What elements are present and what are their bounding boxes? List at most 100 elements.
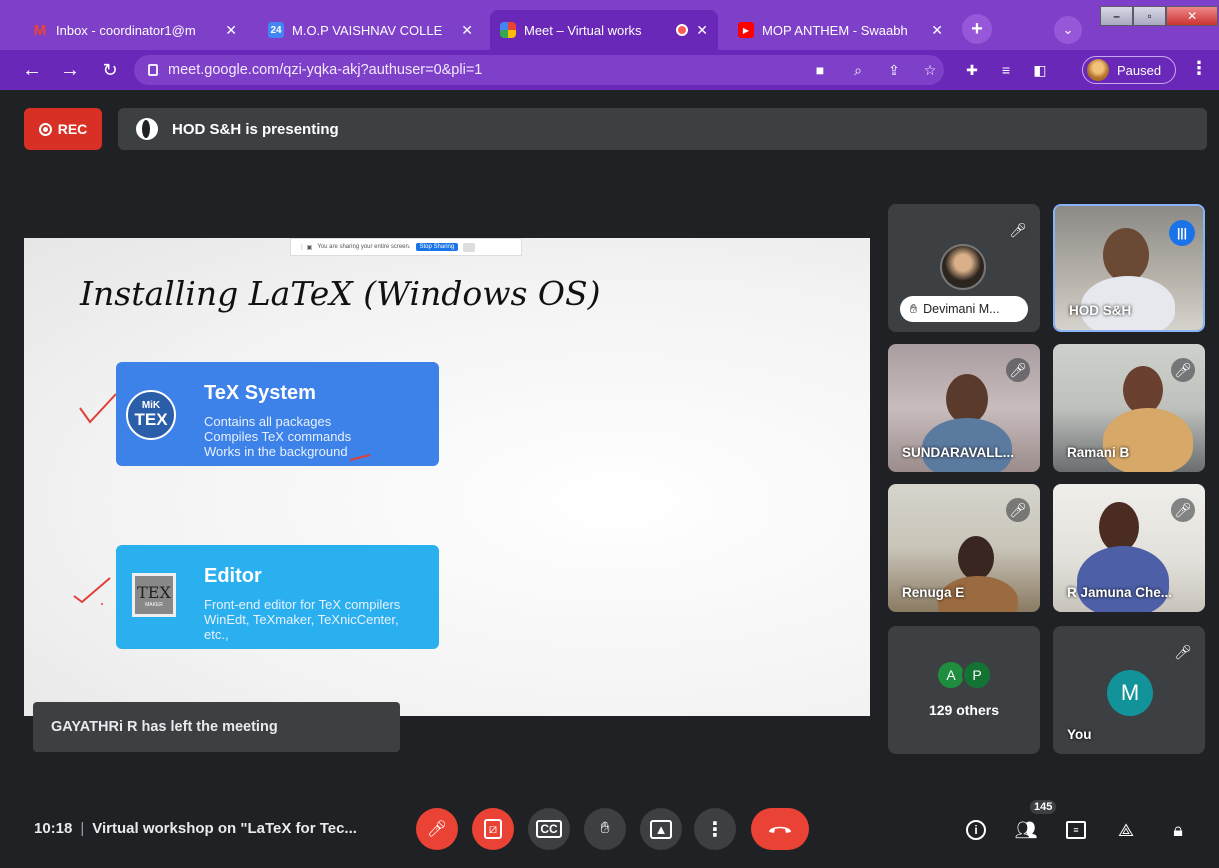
card-title: Editor: [204, 565, 262, 587]
gmail-icon: M: [33, 21, 47, 39]
tab-meet[interactable]: Meet – Virtual works ✕: [490, 10, 718, 50]
speaking-indicator-icon: |||: [1169, 220, 1195, 246]
participant-tile[interactable]: ||| HOD S&H: [1053, 204, 1205, 332]
participant-tile[interactable]: 🎤︎ R Jamuna Che...: [1053, 484, 1205, 612]
activities-button[interactable]: ⟁: [1112, 816, 1140, 844]
info-icon: i: [966, 820, 986, 840]
share-notice-text: You are sharing your entire screen.: [317, 244, 411, 250]
profile-status: Paused: [1117, 62, 1162, 78]
recording-badge[interactable]: REC: [24, 108, 102, 150]
rec-label: REC: [57, 121, 88, 137]
card-line: Front-end editor for TeX compilers: [204, 597, 401, 612]
tab-title: Meet – Virtual works: [524, 22, 642, 38]
card-line: etc.,: [204, 627, 229, 642]
card-line: Works in the background: [204, 444, 348, 459]
meeting-title: Virtual workshop on "LaTeX for Tec...: [92, 820, 357, 837]
others-avatars: A P: [936, 660, 992, 690]
url-text: meet.google.com/qzi-yqka-akj?authuser=0&…: [168, 62, 483, 78]
hide-notice-button[interactable]: [463, 242, 476, 252]
participant-tile[interactable]: 🎤︎ Ramani B: [1053, 344, 1205, 472]
camera-toggle-button[interactable]: ⧄: [472, 808, 514, 850]
reload-button[interactable]: ↻: [98, 58, 122, 82]
tab-youtube[interactable]: ▶ MOP ANTHEM - Swaabh ✕: [728, 10, 953, 50]
hand-icon: ✋︎: [600, 820, 610, 837]
stop-sharing-button[interactable]: Stop Sharing: [415, 243, 459, 251]
hand-raised-icon: ✋︎: [910, 301, 918, 316]
browser-tab-strip: M Inbox - coordinator1@m ✕ 24 M.O.P VAIS…: [0, 0, 1219, 50]
miktex-logo: MiK TEX: [126, 390, 176, 440]
people-button[interactable]: 👥︎: [1012, 816, 1040, 844]
window-controls: – ▫ ✕: [1100, 6, 1218, 28]
self-tile[interactable]: 🎤︎ M You: [1053, 626, 1205, 754]
participant-figure: [1077, 546, 1169, 612]
forward-button[interactable]: →: [58, 58, 82, 82]
close-window-button[interactable]: ✕: [1166, 6, 1218, 26]
tab-college[interactable]: 24 M.O.P VAISHNAV COLLE ✕: [258, 10, 483, 50]
bookmark-star-icon[interactable]: ☆: [920, 60, 940, 80]
card-line: Compiles TeX commands: [204, 429, 352, 444]
camera-in-use-icon[interactable]: ■: [810, 60, 830, 80]
maximize-button[interactable]: ▫: [1133, 6, 1167, 26]
profile-avatar: [1087, 59, 1109, 81]
close-icon[interactable]: ✕: [225, 22, 237, 39]
participant-tile[interactable]: 🎤︎ SUNDARAVALL...: [888, 344, 1040, 472]
record-icon: [38, 122, 52, 136]
underline-annotation: [349, 454, 371, 461]
mic-off-icon: 🎤︎: [1171, 640, 1195, 664]
mic-toggle-button[interactable]: 🎤︎: [416, 808, 458, 850]
present-button[interactable]: ▲: [640, 808, 682, 850]
participant-figure: [946, 374, 988, 424]
participant-tile[interactable]: 🎤︎ ✋︎ Devimani M...: [888, 204, 1040, 332]
participant-tile[interactable]: 🎤︎ Renuga E: [888, 484, 1040, 612]
close-icon[interactable]: ✕: [696, 22, 708, 39]
participant-figure: [958, 536, 994, 580]
reading-list-icon[interactable]: ≡: [996, 60, 1016, 80]
logo-text-top: TEX: [137, 582, 171, 602]
mic-off-icon: 🎤︎: [1171, 498, 1195, 522]
captions-button[interactable]: CC: [528, 808, 570, 850]
raise-hand-button[interactable]: ✋︎: [584, 808, 626, 850]
browser-menu-icon[interactable]: ⋮: [1190, 58, 1208, 79]
participant-figure: [1123, 366, 1163, 414]
browser-toolbar: ← → ↻ meet.google.com/qzi-yqka-akj?authu…: [0, 50, 1219, 90]
back-button[interactable]: ←: [20, 58, 44, 82]
mic-off-icon: 🎤︎: [1006, 358, 1030, 382]
others-count: 129 others: [928, 702, 1000, 718]
close-icon[interactable]: ✕: [931, 22, 943, 39]
share-notice-icon: ⋮ ▣: [299, 244, 313, 251]
tab-search-button[interactable]: ⌄: [1054, 16, 1082, 44]
minimize-button[interactable]: –: [1100, 6, 1134, 26]
meeting-info-button[interactable]: i: [962, 816, 990, 844]
side-panel-icon[interactable]: ◧: [1030, 60, 1050, 80]
tab-title: MOP ANTHEM - Swaabh: [762, 22, 908, 38]
mic-off-icon: 🎤︎: [1006, 218, 1030, 242]
lock-person-icon: 🔒︎: [1173, 819, 1183, 840]
extensions-icon[interactable]: ✚: [962, 60, 982, 80]
leave-call-button[interactable]: [751, 808, 809, 850]
participant-figure: [1099, 502, 1139, 552]
more-options-button[interactable]: ⋮: [694, 808, 736, 850]
mic-off-icon: 🎤︎: [426, 821, 448, 838]
people-icon: 👥︎: [1014, 819, 1038, 840]
presenting-banner: HOD S&H is presenting: [118, 108, 1207, 150]
checkmark-annotation: [73, 577, 111, 605]
toast-text: GAYATHRi R has left the meeting: [51, 719, 278, 735]
profile-button[interactable]: Paused: [1082, 56, 1176, 84]
others-tile[interactable]: A P 129 others: [888, 626, 1040, 754]
participant-name: HOD S&H: [1069, 303, 1132, 318]
screen-share-notice: ⋮ ▣ You are sharing your entire screen. …: [290, 238, 522, 256]
mic-off-icon: 🎤︎: [1171, 358, 1195, 382]
participant-name: Renuga E: [902, 585, 965, 600]
participant-name-pill: ✋︎ Devimani M...: [900, 296, 1028, 322]
new-tab-button[interactable]: +: [962, 14, 992, 44]
close-icon[interactable]: ✕: [461, 22, 473, 39]
tab-inbox[interactable]: M Inbox - coordinator1@m ✕: [22, 10, 247, 50]
card-line: WinEdt, TeXmaker, TeXnicCenter,: [204, 612, 399, 627]
present-screen-icon: ▲: [649, 819, 673, 839]
tab-title: Inbox - coordinator1@m: [56, 22, 196, 38]
zoom-icon[interactable]: ⌕: [848, 60, 868, 80]
share-icon[interactable]: ⇪: [884, 60, 904, 80]
shared-screen: ⋮ ▣ You are sharing your entire screen. …: [24, 238, 870, 716]
chat-button[interactable]: ≡: [1062, 816, 1090, 844]
host-controls-button[interactable]: 🔒︎: [1164, 816, 1192, 844]
